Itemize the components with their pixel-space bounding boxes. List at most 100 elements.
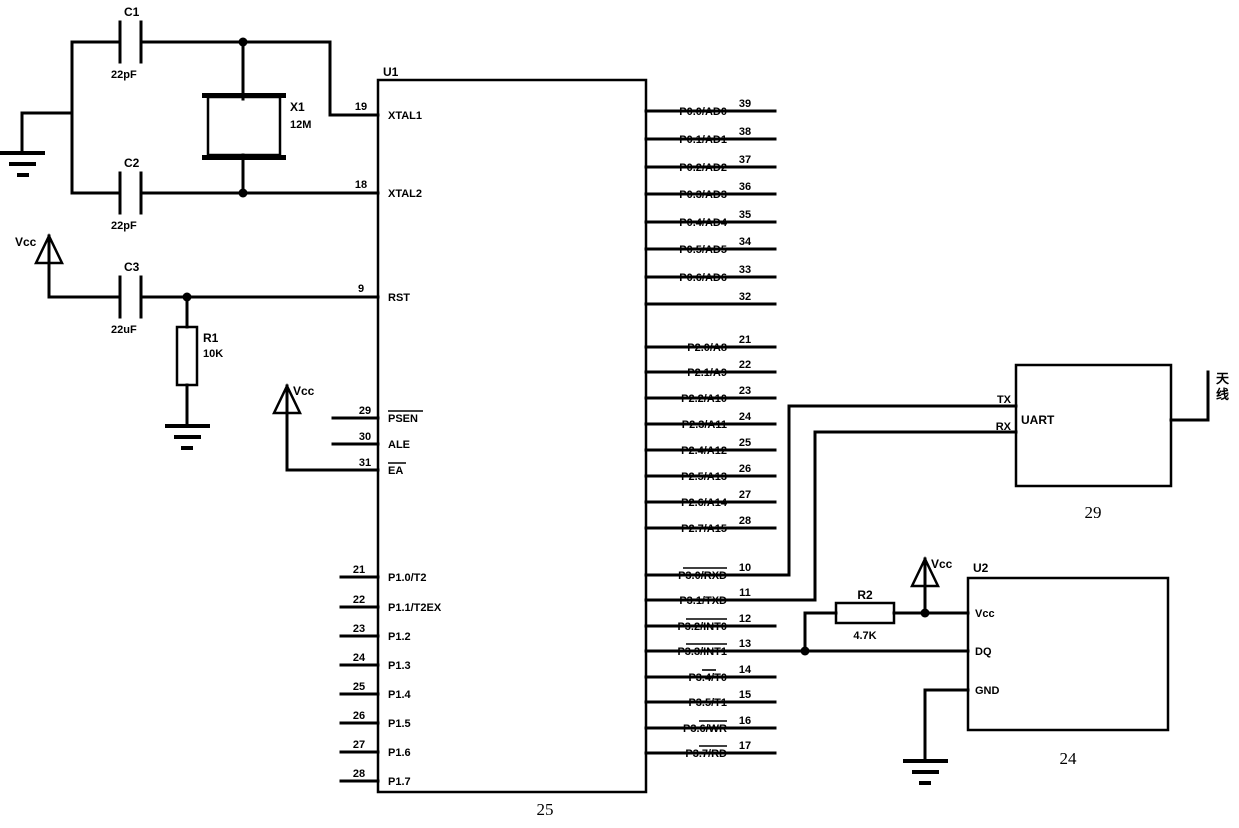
pin-label: P3.3/INT1 [677,646,727,658]
pin-label: P0.4/AD4 [679,217,728,229]
pin-number: 17 [739,740,751,752]
mcu-left-pin-top-0: 19 XTAL1 [355,101,422,122]
pin-label: P1.1/T2EX [388,602,442,614]
mcu-body [376,78,648,794]
resistor-r2-symbol [834,601,896,625]
r1-value-label: 10K [203,348,223,360]
mcu-right-pin-p2-5: P2.5/A13 26 [681,463,751,483]
pin-number: 19 [355,101,367,113]
r2-ref-label: R2 [857,588,873,602]
antenna-label-char2: 线 [1216,387,1229,402]
pin-number: 11 [739,587,751,599]
c1-value-label: 22pF [111,69,137,81]
pin-number: 12 [739,613,751,625]
pin-number: 25 [353,681,365,693]
pin-label: P1.2 [388,631,411,643]
sensor-net-wiring [773,584,970,762]
mcu-left-pin-p1-5: 26 P1.5 [353,710,411,730]
uart-pin-rx-label: RX [996,421,1012,433]
pin-label: P0.2/AD2 [679,162,727,174]
pin-number: 29 [359,405,371,417]
sensor-ref-label: U2 [973,561,989,575]
ground-symbol-sensor [903,759,948,785]
pin-number: 14 [739,664,752,676]
c2-ref-label: C2 [124,156,140,170]
antenna-wire [1169,370,1210,422]
mcu-left-pin-top-1: 18 XTAL2 [355,179,422,200]
pin-number: 27 [739,489,751,501]
pin-number: 26 [353,710,365,722]
mcu-left-pins-control [331,416,380,472]
mcu-right-pin-p3-1: P3.1/TXD 11 [679,587,751,607]
pin-label: P3.6/WR [683,723,727,735]
mcu-left-pin-ctrl-1: 30 ALE [359,431,410,451]
pin-label: EA [388,465,403,477]
mcu-left-pin-p1-2: 23 P1.2 [353,623,411,643]
pin-number: 23 [353,623,365,635]
pin-label: P3.7/RD [685,748,727,760]
r2-value-label: 4.7K [853,630,876,642]
pin-number: 31 [359,457,371,469]
resistor-r1-symbol [175,325,199,387]
mcu-left-pin-top-2: 9 RST [358,283,410,304]
c1-ref-label: C1 [124,5,140,19]
pin-number: 28 [353,768,365,780]
sensor-module-box [966,576,1170,732]
sensor-pin-dq-label: DQ [975,646,992,658]
pin-number: 21 [353,564,365,576]
mcu-right-pin-p0-4: P0.4/AD4 35 [679,209,751,229]
pin-label: P2.3/A11 [682,419,727,431]
pin-number: 13 [739,638,751,650]
ground-symbol-crystal [0,151,45,177]
pin-number: 23 [739,385,751,397]
uart-pin-tx-label: TX [997,394,1012,406]
pin-number: 24 [739,411,752,423]
mcu-right-pin-p0-6: P0.6/AD6 33 [679,264,751,284]
pin-label: P2.0/A8 [687,342,727,354]
pin-number: 22 [739,359,751,371]
mcu-left-pin-p1-4: 25 P1.4 [353,681,412,701]
crystal-x1-symbol [202,93,286,160]
capacitor-c2-symbol [118,171,143,215]
pin-label: P2.7/A15 [681,523,727,535]
pin-number: 36 [739,181,751,193]
pin-label: P1.4 [388,689,412,701]
pin-label: P0.6/AD6 [679,272,727,284]
mcu-right-pin-p2-2: P2.2/A10 23 [681,385,751,405]
pin-number: 34 [739,236,752,248]
mcu-left-pin-p1-6: 27 P1.6 [353,739,411,759]
pin-number: 35 [739,209,751,221]
mcu-right-pin-p0-5: P0.5/AD5 34 [679,236,752,256]
pin-label: P3.4/T0 [688,672,727,684]
r1-ref-label: R1 [203,331,219,345]
ground-symbol-reset [165,424,210,450]
c3-ref-label: C3 [124,260,140,274]
pin-label: P2.1/A9 [687,367,727,379]
antenna-label-char1: 天 [1216,371,1230,386]
vcc-reset-label: Vcc [15,235,37,249]
capacitor-c3-symbol [118,275,143,319]
vcc-symbol-reset [34,233,64,265]
pin-number: 39 [739,98,751,110]
pin-number: 21 [739,334,751,346]
pin-number: 38 [739,126,751,138]
pin-label: P1.3 [388,660,411,672]
pin-label: P3.1/TXD [679,595,727,607]
mcu-left-pin-p1-1: 22 P1.1/T2EX [353,594,442,614]
sensor-pin-vcc-label: Vcc [975,608,995,620]
mcu-block-number: 25 [537,800,554,819]
pin-label: P3.5/T1 [688,697,727,709]
mcu-right-pin-p2-4: P2.4/A12 25 [681,437,751,457]
mcu-right-pin-p0-3: P0.3/AD3 36 [679,181,751,201]
pin-label: P2.2/A10 [681,393,727,405]
mcu-left-pin-ctrl-2: 31 EA [359,457,406,477]
mcu-right-pin-p2-1: P2.1/A9 22 [687,359,751,379]
pin-number: 32 [739,291,751,303]
mcu-right-pin-p2-6: P2.6/A14 27 [681,489,751,509]
pin-number: 10 [739,562,751,574]
mcu-left-pin-p1-3: 24 P1.3 [353,652,411,672]
pin-number: 25 [739,437,751,449]
pin-label: P1.6 [388,747,411,759]
pin-label: P2.6/A14 [681,497,728,509]
sensor-pin-gnd-label: GND [975,685,1000,697]
